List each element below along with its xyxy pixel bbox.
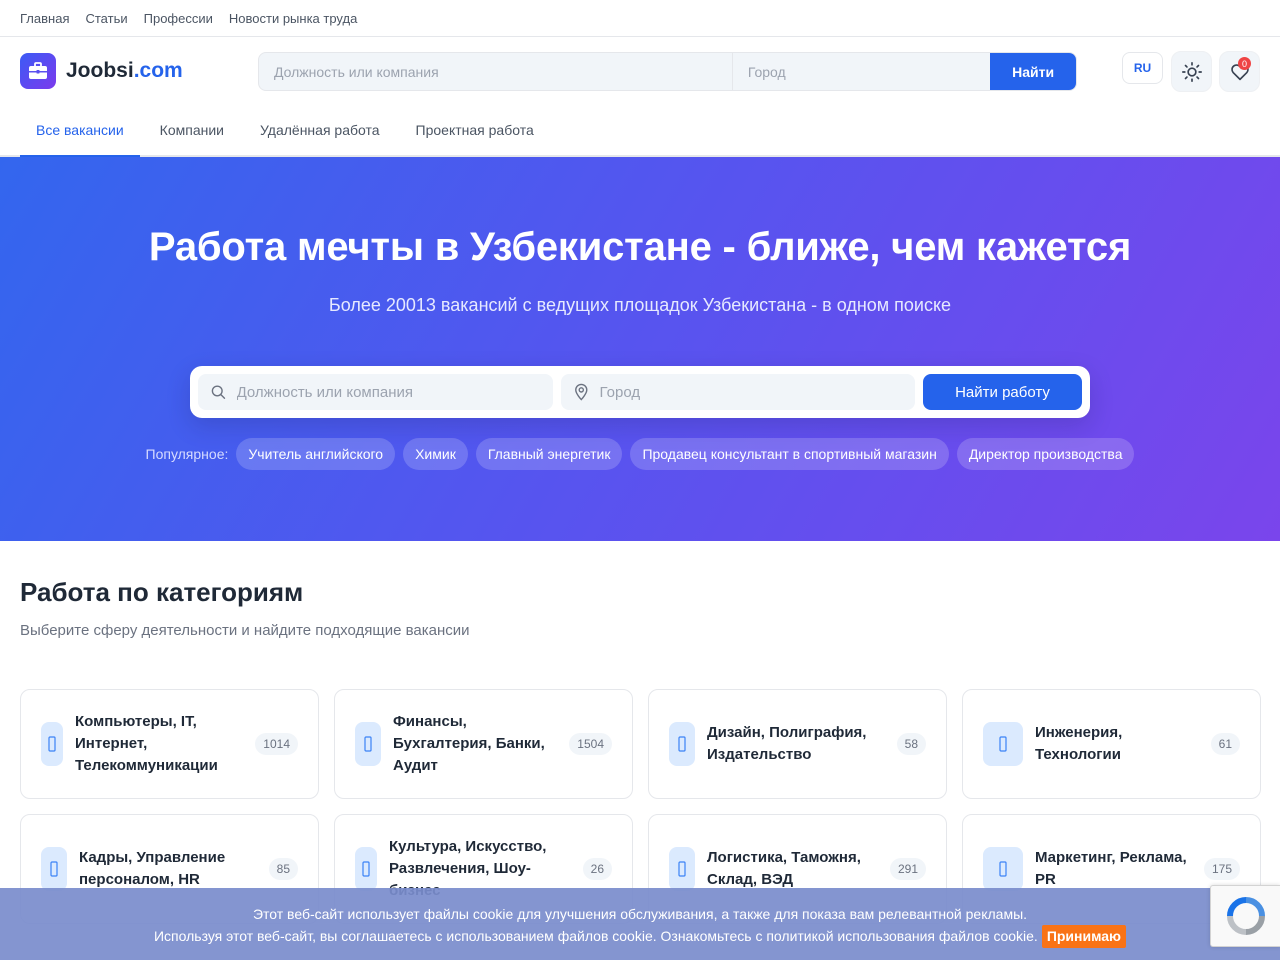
category-icon xyxy=(41,722,63,766)
category-icon xyxy=(983,847,1023,891)
popular-chip[interactable]: Главный энергетик xyxy=(475,438,623,470)
category-icon xyxy=(355,847,377,891)
find-job-button[interactable]: Найти работу xyxy=(923,374,1082,410)
hero-search: Найти работу xyxy=(190,366,1090,418)
hero-query-input[interactable] xyxy=(236,383,541,401)
category-name: Кадры, Управление персоналом, HR xyxy=(79,849,226,888)
header-search-button[interactable]: Найти xyxy=(990,53,1076,90)
recaptcha-icon xyxy=(1226,897,1265,935)
top-link-articles[interactable]: Статьи xyxy=(85,11,127,26)
hero-city-input[interactable] xyxy=(599,383,903,401)
category-card[interactable]: Финансы, Бухгалтерия, Банки, Аудит 1504 xyxy=(334,689,633,799)
category-count: 1504 xyxy=(569,733,612,755)
briefcase-icon xyxy=(20,53,56,89)
category-count: 85 xyxy=(268,858,298,880)
brand-name: Joobsi.com xyxy=(66,59,183,82)
hero-title: Работа мечты в Узбекистане - ближе, чем … xyxy=(148,225,1132,269)
popular-label: Популярное: xyxy=(145,446,229,462)
category-name: Маркетинг, Реклама, PR xyxy=(1035,849,1187,888)
category-count: 1014 xyxy=(255,733,298,755)
header-search: Найти xyxy=(258,52,1077,91)
favorites-count-badge: 0 xyxy=(1238,57,1251,70)
recaptcha-badge[interactable] xyxy=(1210,885,1280,947)
location-pin-icon xyxy=(575,383,588,401)
category-name: Логистика, Таможня, Склад, ВЭД xyxy=(707,849,861,888)
nav-tabs: Все вакансии Компании Удалённая работа П… xyxy=(0,105,1280,157)
category-icon xyxy=(983,722,1023,766)
language-switch[interactable]: RU xyxy=(1122,52,1163,84)
hero-subtitle: Более 20013 вакансий с ведущих площадок … xyxy=(328,295,952,315)
site-header: Joobsi.com Найти RU 0 xyxy=(0,37,1280,105)
theme-toggle-button[interactable] xyxy=(1171,51,1212,92)
popular-chip[interactable]: Директор производства xyxy=(956,438,1135,470)
search-icon xyxy=(211,385,226,399)
favorites-button[interactable]: 0 xyxy=(1219,51,1260,92)
category-card[interactable]: Дизайн, Полиграфия, Издательство 58 xyxy=(648,689,947,799)
category-count: 175 xyxy=(1203,858,1240,880)
cookie-banner: Этот веб-сайт использует файлы cookie дл… xyxy=(0,888,1280,960)
hero-query-field[interactable] xyxy=(198,374,553,410)
top-link-labor-news[interactable]: Новости рынка труда xyxy=(229,11,357,26)
cookie-accept-button[interactable]: Принимаю xyxy=(1041,925,1127,948)
category-name: Компьютеры, IT, Интернет, Телекоммуникац… xyxy=(75,713,218,774)
category-name: Дизайн, Полиграфия, Издательство xyxy=(707,724,867,763)
top-link-professions[interactable]: Профессии xyxy=(144,11,213,26)
hero-city-field[interactable] xyxy=(561,374,915,410)
category-count: 58 xyxy=(896,733,926,755)
category-icon xyxy=(669,847,695,891)
category-card[interactable]: Компьютеры, IT, Интернет, Телекоммуникац… xyxy=(20,689,319,799)
header-city-input[interactable] xyxy=(732,53,991,90)
tab-project-work[interactable]: Проектная работа xyxy=(400,105,550,155)
categories-title: Работа по категориям xyxy=(20,577,304,607)
top-link-home[interactable]: Главная xyxy=(20,11,69,26)
category-name: Инженерия, Технологии xyxy=(1035,724,1123,763)
cookie-text-line2: Используя этот веб-сайт, вы соглашаетесь… xyxy=(0,925,1280,948)
tab-all-vacancies[interactable]: Все вакансии xyxy=(20,105,140,157)
popular-chip[interactable]: Учитель английского xyxy=(236,438,396,470)
category-card[interactable]: Инженерия, Технологии 61 xyxy=(962,689,1261,799)
hero-section: Работа мечты в Узбекистане - ближе, чем … xyxy=(0,157,1280,541)
popular-chip[interactable]: Химик xyxy=(403,438,468,470)
category-icon xyxy=(41,847,67,891)
category-count: 291 xyxy=(889,858,926,880)
header-query-input[interactable] xyxy=(259,53,733,90)
popular-searches: Популярное: Учитель английского Химик Гл… xyxy=(0,438,1280,470)
logo[interactable]: Joobsi.com xyxy=(20,53,258,89)
tab-remote-work[interactable]: Удалённая работа xyxy=(244,105,396,155)
tab-companies[interactable]: Компании xyxy=(144,105,240,155)
category-icon xyxy=(355,722,381,766)
category-count: 26 xyxy=(582,858,612,880)
category-count: 61 xyxy=(1210,733,1240,755)
top-links-bar: Главная Статьи Профессии Новости рынка т… xyxy=(0,0,1280,37)
category-name: Финансы, Бухгалтерия, Банки, Аудит xyxy=(393,713,545,774)
category-icon xyxy=(669,722,695,766)
categories-subtitle: Выберите сферу деятельности и найдите по… xyxy=(20,622,470,639)
popular-chip[interactable]: Продавец консультант в спортивный магази… xyxy=(630,438,949,470)
cookie-text-line1: Этот веб-сайт использует файлы cookie дл… xyxy=(252,906,1028,922)
sun-icon xyxy=(1181,61,1202,82)
